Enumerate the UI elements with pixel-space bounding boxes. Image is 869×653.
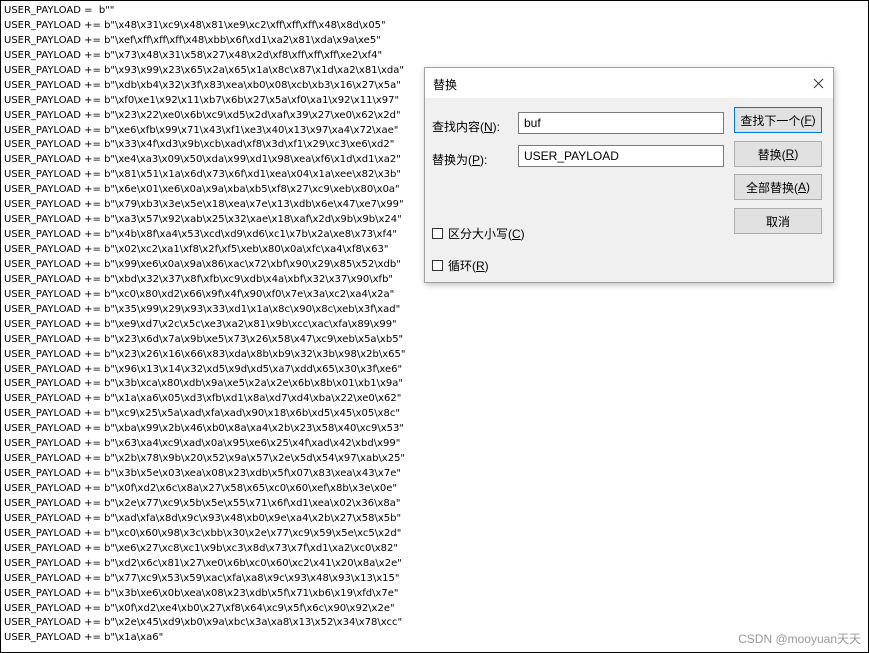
find-what-label: 查找内容(N): — [432, 120, 501, 134]
code-line: USER_PAYLOAD += b"\xd2\x6c\x81\x27\xe0\x… — [4, 557, 402, 569]
dialog-title-bar[interactable]: 替换 — [425, 68, 833, 98]
code-line: USER_PAYLOAD += b"\x2e\x77\xc9\x5b\x5e\x… — [4, 497, 401, 509]
close-button[interactable] — [807, 72, 829, 94]
code-line: USER_PAYLOAD += b"\xc0\x60\x98\x3c\xbb\x… — [4, 527, 402, 539]
replace-all-button[interactable]: 全部替换(A) — [734, 174, 822, 200]
code-line: USER_PAYLOAD += b"\xe6\xfb\x99\x71\x43\x… — [4, 124, 399, 136]
code-line: USER_PAYLOAD += b"\x3b\xca\x80\xdb\x9a\x… — [4, 378, 403, 390]
match-case-option[interactable]: 区分大小写(C) — [432, 225, 525, 242]
find-what-input[interactable]: buf — [518, 112, 724, 134]
replace-dialog: 替换 查找内容(N): buf 替换为(P): USER_PAYLOAD 查找下… — [424, 67, 834, 283]
code-line: USER_PAYLOAD += b"\xad\xfa\x8d\x9c\x93\x… — [4, 512, 402, 524]
code-line: USER_PAYLOAD += b"\xef\xff\xff\xff\x48\x… — [4, 34, 381, 46]
code-line: USER_PAYLOAD = b"" — [4, 5, 115, 16]
notepad-window: USER_PAYLOAD = b"" USER_PAYLOAD += b"\x48… — [0, 0, 869, 653]
code-line: USER_PAYLOAD += b"\x33\x4f\xd3\x9b\xcb\x… — [4, 139, 395, 151]
wrap-around-label: 循环(R) — [448, 259, 489, 273]
code-line: USER_PAYLOAD += b"\x23\x6d\x7a\x9b\xe5\x… — [4, 333, 404, 345]
code-line: USER_PAYLOAD += b"\xc9\x25\x5a\xad\xfa\x… — [4, 408, 401, 420]
match-case-label: 区分大小写(C) — [448, 227, 525, 241]
replace-button[interactable]: 替换(R) — [734, 141, 822, 167]
code-line: USER_PAYLOAD += b"\x73\x48\x31\x58\x27\x… — [4, 49, 383, 61]
code-line: USER_PAYLOAD += b"\x2b\x78\x9b\x20\x52\x… — [4, 453, 406, 465]
code-line: USER_PAYLOAD += b"\xf0\xe1\x92\x11\xb7\x… — [4, 94, 400, 106]
code-line: USER_PAYLOAD += b"\x3b\xe6\x0b\xea\x08\x… — [4, 587, 399, 599]
code-line: USER_PAYLOAD += b"\xe6\x27\xc8\xc1\x9b\x… — [4, 542, 398, 554]
code-line: USER_PAYLOAD += b"\x48\x31\xc9\x48\x81\x… — [4, 19, 386, 31]
code-line: USER_PAYLOAD += b"\x23\x26\x16\x66\x83\x… — [4, 348, 406, 360]
code-line: USER_PAYLOAD += b"\x77\xc9\x53\x59\xac\x… — [4, 572, 400, 584]
code-line: USER_PAYLOAD += b"\x2e\x45\xd9\xb0\x9a\x… — [4, 617, 403, 629]
code-line: USER_PAYLOAD += b"\x23\x22\xe0\x6b\xc9\x… — [4, 109, 401, 121]
close-icon — [813, 78, 823, 88]
code-line: USER_PAYLOAD += b"\x35\x99\x29\x93\x33\x… — [4, 303, 401, 315]
code-line: USER_PAYLOAD += b"\xe9\xd7\x2c\x5c\xe3\x… — [4, 318, 397, 330]
replace-with-input[interactable]: USER_PAYLOAD — [518, 145, 724, 167]
code-line: USER_PAYLOAD += b"\x79\xb3\x3e\x5e\x18\x… — [4, 199, 404, 211]
code-line: USER_PAYLOAD += b"\x63\xa4\xc9\xad\x0a\x… — [4, 438, 401, 450]
code-line: USER_PAYLOAD += b"\x6e\x01\xe6\x0a\x9a\x… — [4, 184, 400, 196]
cancel-button[interactable]: 取消 — [734, 208, 822, 234]
code-line: USER_PAYLOAD += b"\x4b\x8f\xa4\x53\xcd\x… — [4, 229, 397, 241]
code-line: USER_PAYLOAD += b"\x99\xe6\x0a\x9a\x86\x… — [4, 258, 401, 270]
code-line: USER_PAYLOAD += b"\x02\xc2\xa1\xf8\x2f\x… — [4, 244, 389, 255]
code-line: USER_PAYLOAD += b"\xba\x99\x2b\x46\xb0\x… — [4, 423, 404, 435]
code-line: USER_PAYLOAD += b"\xbd\x32\x37\x8f\xfb\x… — [4, 273, 394, 285]
wrap-around-option[interactable]: 循环(R) — [432, 257, 489, 274]
code-line: USER_PAYLOAD += b"\x93\x99\x23\x65\x2a\x… — [4, 64, 404, 76]
dialog-title: 替换 — [433, 78, 458, 92]
find-next-button[interactable]: 查找下一个(F) — [734, 107, 822, 133]
code-line: USER_PAYLOAD += b"\x96\x13\x14\x32\xd5\x… — [4, 363, 403, 375]
code-line: USER_PAYLOAD += b"\x1a\xa6" — [4, 632, 164, 644]
code-line: USER_PAYLOAD += b"\xa3\x57\x92\xab\x25\x… — [4, 214, 402, 226]
code-line: USER_PAYLOAD += b"\x0f\xd2\xe4\xb0\x27\x… — [4, 602, 395, 614]
code-line: USER_PAYLOAD += b"\xe4\xa3\x09\x50\xda\x… — [4, 154, 401, 166]
code-line: USER_PAYLOAD += b"\x81\x51\x1a\x6d\x73\x… — [4, 169, 401, 181]
code-line: USER_PAYLOAD += b"\x3b\x5e\x03\xea\x08\x… — [4, 468, 401, 480]
code-line: USER_PAYLOAD += b"\xdb\xb4\x32\x3f\x83\x… — [4, 79, 401, 91]
wrap-around-checkbox[interactable] — [432, 260, 443, 271]
code-line: USER_PAYLOAD += b"\x1a\xa6\x05\xd3\xfb\x… — [4, 393, 402, 405]
watermark: CSDN @mooyuan天天 — [738, 632, 861, 646]
code-text-area[interactable]: USER_PAYLOAD = b"" USER_PAYLOAD += b"\x48… — [4, 4, 405, 646]
match-case-checkbox[interactable] — [432, 228, 443, 239]
code-line: USER_PAYLOAD += b"\x0f\xd2\x6c\x8a\x27\x… — [4, 483, 397, 494]
replace-with-label: 替换为(P): — [432, 153, 488, 167]
code-line: USER_PAYLOAD += b"\xc0\x80\xd2\x66\x9f\x… — [4, 288, 395, 300]
